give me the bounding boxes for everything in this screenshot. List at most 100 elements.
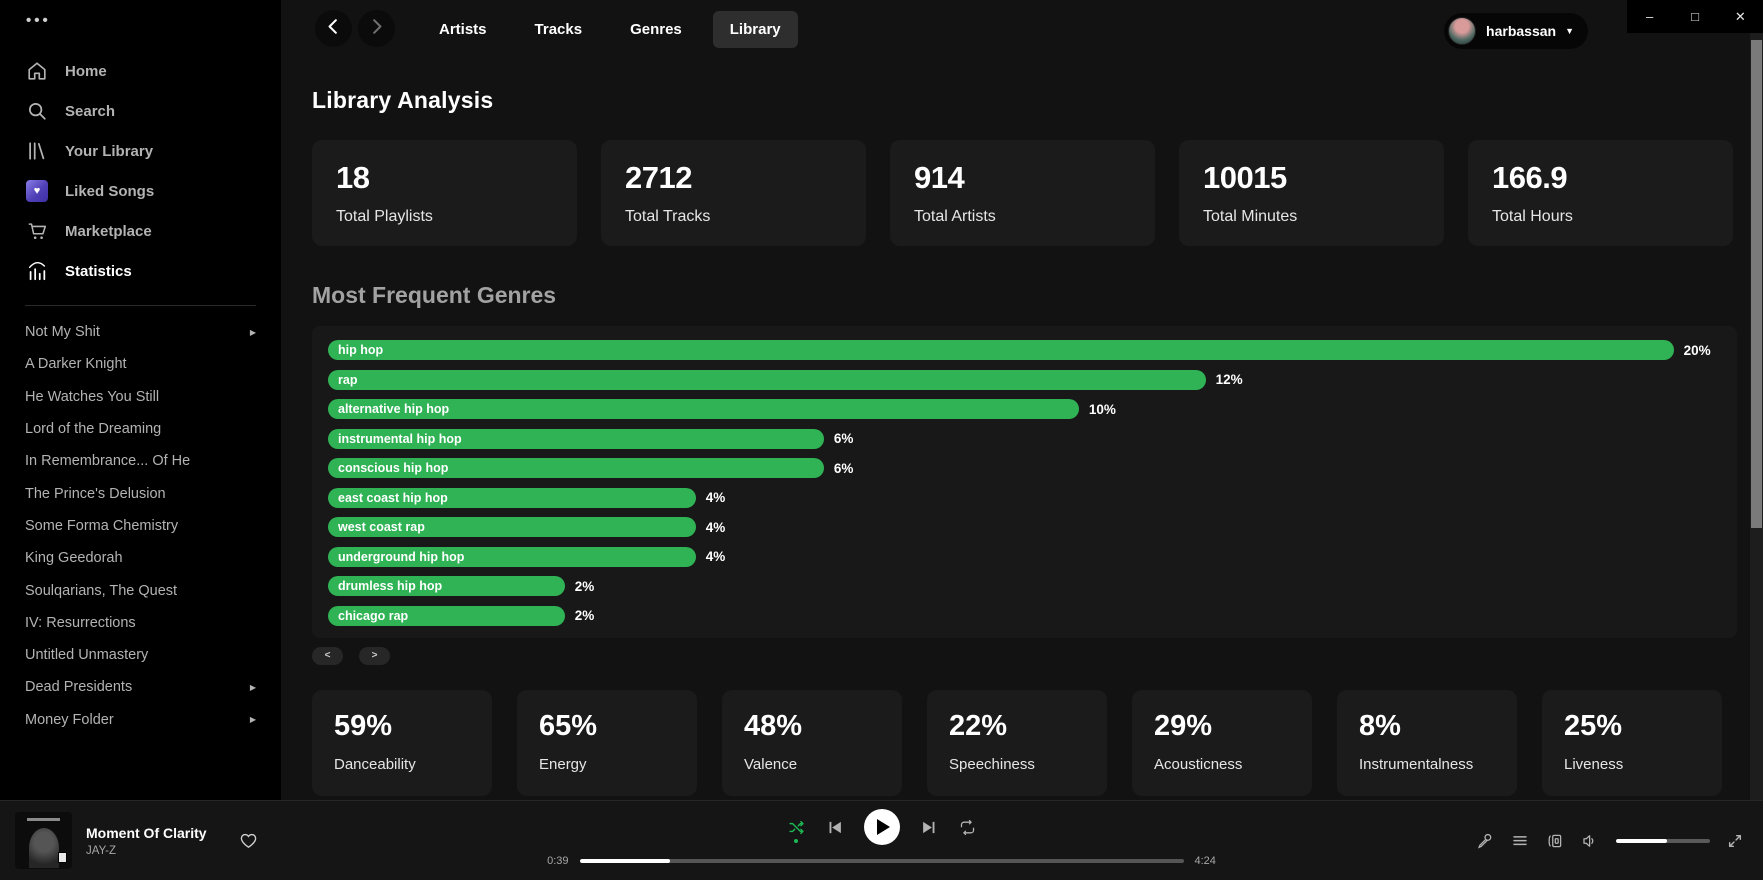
tab-artists[interactable]: Artists [422, 11, 504, 48]
genre-bar[interactable]: rap [328, 370, 1206, 390]
shuffle-active-dot [794, 839, 798, 843]
app-menu-icon[interactable]: ••• [0, 0, 281, 29]
genre-bar-label: drumless hip hop [338, 579, 442, 593]
playlist-item[interactable]: Dead Presidents▶ [0, 671, 281, 703]
stat-card: 2712Total Tracks [601, 140, 866, 246]
feature-label: Danceability [334, 756, 470, 773]
feature-value: 59% [334, 710, 470, 743]
sidebar-playlists: Not My Shit▶ A Darker Knight He Watches Yo… [0, 316, 281, 736]
maximize-button[interactable]: □ [1672, 0, 1717, 33]
forward-button[interactable] [358, 10, 395, 47]
player-bar: Moment Of Clarity JAY-Z [0, 800, 1763, 880]
volume-fill [1616, 839, 1667, 843]
playlist-label: King Geedorah [25, 550, 123, 566]
lyrics-microphone-icon[interactable] [1476, 832, 1494, 850]
back-button[interactable] [315, 10, 352, 47]
playlist-label: A Darker Knight [25, 356, 127, 372]
playlist-item[interactable]: Money Folder▶ [0, 704, 281, 736]
stat-value: 18 [336, 160, 553, 196]
playlist-item[interactable]: Soulqarians, The Quest [0, 574, 281, 606]
minimize-button[interactable]: – [1627, 0, 1672, 33]
genre-bar-value: 6% [834, 461, 854, 476]
now-playing: Moment Of Clarity JAY-Z [15, 812, 258, 869]
genre-bar[interactable]: hip hop [328, 340, 1674, 360]
sidebar-divider [25, 305, 256, 306]
genre-bar[interactable]: conscious hip hop [328, 458, 824, 478]
sidebar-item-marketplace[interactable]: Marketplace [0, 211, 281, 251]
stat-card: 914 Total Artists [890, 140, 1155, 246]
genre-bar[interactable]: drumless hip hop [328, 576, 565, 596]
scrollbar-track[interactable] [1750, 33, 1763, 800]
scrollbar-thumb[interactable] [1751, 40, 1762, 528]
connect-device-icon[interactable] [1546, 832, 1564, 850]
feature-label: Energy [539, 756, 675, 773]
playlist-item[interactable]: Not My Shit▶ [0, 316, 281, 348]
genre-bar-value: 6% [834, 431, 854, 446]
sidebar-item-statistics[interactable]: Statistics [0, 251, 281, 291]
album-art[interactable] [15, 812, 72, 869]
track-artist[interactable]: JAY-Z [86, 845, 207, 857]
volume-icon[interactable] [1581, 832, 1599, 850]
stats-chart-icon [25, 259, 49, 283]
playlist-item[interactable]: A Darker Knight [0, 348, 281, 380]
playlist-item[interactable]: IV: Resurrections [0, 607, 281, 639]
chart-next-page-button[interactable]: > [359, 647, 390, 665]
sidebar-item-search[interactable]: Search [0, 91, 281, 131]
genre-bar[interactable]: instrumental hip hop [328, 429, 824, 449]
shuffle-icon[interactable] [788, 819, 805, 836]
close-button[interactable]: ✕ [1718, 0, 1763, 33]
chart-bar-row: east coast hip hop4% [328, 488, 1721, 508]
liked-songs-heart-icon: ♥ [25, 179, 49, 203]
sidebar-item-liked-songs[interactable]: ♥Liked Songs [0, 171, 281, 211]
volume-slider[interactable] [1616, 839, 1710, 843]
playlist-item[interactable]: In Remembrance... Of He [0, 445, 281, 477]
genre-bar[interactable]: alternative hip hop [328, 399, 1079, 419]
next-track-icon[interactable] [921, 819, 938, 836]
caret-down-icon: ▼ [1565, 26, 1574, 36]
previous-track-icon[interactable] [826, 819, 843, 836]
repeat-icon[interactable] [959, 819, 976, 836]
album-art-figure [29, 828, 59, 868]
top-nav: Artists Tracks Genres Library harbassan ▼ [312, 0, 1737, 57]
tab-tracks[interactable]: Tracks [518, 11, 600, 48]
feature-value: 65% [539, 710, 675, 743]
parental-advisory-label [58, 852, 67, 863]
audio-feature-cards-row: 59% Danceability 65% Energy 48% Valence 22%Spe… [312, 690, 1737, 796]
stat-value: 10015 [1203, 160, 1420, 196]
genre-bar[interactable]: underground hip hop [328, 547, 696, 567]
playlist-item[interactable]: King Geedorah [0, 542, 281, 574]
like-heart-icon[interactable] [239, 831, 258, 850]
fullscreen-icon[interactable] [1727, 833, 1743, 849]
playlist-item[interactable]: Lord of the Dreaming [0, 413, 281, 445]
play-button[interactable] [864, 809, 900, 845]
audio-feature-card: 59% Danceability [312, 690, 492, 796]
sidebar-item-home[interactable]: Home [0, 51, 281, 91]
queue-icon[interactable] [1511, 832, 1529, 850]
genre-bar[interactable]: chicago rap [328, 606, 565, 626]
feature-value: 48% [744, 710, 880, 743]
playlist-item[interactable]: Untitled Unmastery [0, 639, 281, 671]
genres-bar-chart: hip hop20%rap12%alternative hip hop10%in… [312, 326, 1737, 638]
tab-library[interactable]: Library [713, 11, 798, 48]
feature-label: Valence [744, 756, 880, 773]
playlist-item[interactable]: Some Forma Chemistry [0, 510, 281, 542]
progress-bar[interactable] [580, 859, 1184, 863]
playlist-label: Soulqarians, The Quest [25, 583, 177, 599]
playback-controls [532, 809, 1232, 845]
track-title[interactable]: Moment Of Clarity [86, 825, 207, 841]
genre-bar[interactable]: west coast rap [328, 517, 696, 537]
sidebar-item-your-library[interactable]: Your Library [0, 131, 281, 171]
user-menu[interactable]: harbassan ▼ [1444, 13, 1588, 49]
stat-value: 914 [914, 160, 1131, 196]
tab-genres[interactable]: Genres [613, 11, 699, 48]
playlist-label: Lord of the Dreaming [25, 421, 161, 437]
playlist-item[interactable]: He Watches You Still [0, 381, 281, 413]
feature-value: 8% [1359, 710, 1495, 743]
stat-label: Total Artists [914, 208, 1131, 226]
progress-row: 0:39 4:24 [532, 855, 1232, 867]
genre-bar-label: east coast hip hop [338, 491, 448, 505]
audio-feature-card: 22%Speechiness [927, 690, 1107, 796]
chart-prev-page-button[interactable]: < [312, 647, 343, 665]
genre-bar[interactable]: east coast hip hop [328, 488, 696, 508]
playlist-item[interactable]: The Prince's Delusion [0, 477, 281, 509]
